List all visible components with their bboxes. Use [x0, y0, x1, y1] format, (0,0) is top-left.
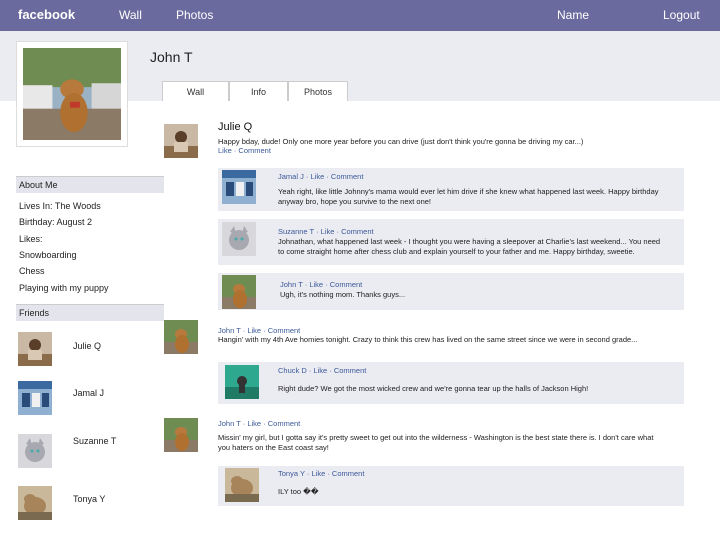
comment-text: Right dude? We got the most wicked crew …: [278, 384, 589, 393]
likes-label: Likes:: [19, 234, 43, 244]
comment-actions[interactable]: Tonya Y · Like · Comment: [278, 469, 364, 478]
tab-photos[interactable]: Photos: [288, 81, 348, 101]
nav-name-link[interactable]: Name: [557, 8, 589, 22]
tab-info[interactable]: Info: [229, 81, 288, 101]
post-author[interactable]: Julie Q: [218, 121, 252, 133]
post-actions[interactable]: John T · Like · Comment: [218, 419, 300, 428]
commenter-avatar-suzanne[interactable]: [222, 222, 256, 256]
post-actions[interactable]: Like · Comment: [218, 146, 271, 155]
post-text: Hangin' with my 4th Ave homies tonight. …: [218, 335, 638, 344]
comment-actions[interactable]: John T · Like · Comment: [280, 280, 362, 289]
birthday: Birthday: August 2: [19, 217, 93, 227]
top-nav-bar: facebook Wall Photos Name Logout: [0, 0, 720, 31]
post-text: Happy bday, dude! Only one more year bef…: [218, 137, 584, 146]
dog-photo-icon: [23, 48, 121, 140]
tab-wall[interactable]: Wall: [162, 81, 229, 101]
commenter-avatar-john[interactable]: [222, 275, 256, 309]
friend-name[interactable]: Julie Q: [73, 341, 101, 351]
friend-avatar-julie[interactable]: [18, 332, 52, 366]
friend-name[interactable]: Tonya Y: [73, 494, 105, 504]
friend-name[interactable]: Suzanne T: [73, 436, 116, 446]
comment-text: ILY too ��: [278, 487, 319, 496]
friend-avatar-suzanne[interactable]: [18, 434, 52, 468]
comment-actions[interactable]: Jamal J · Like · Comment: [278, 172, 363, 181]
about-heading: About Me: [16, 176, 164, 193]
comment-actions[interactable]: Chuck D · Like · Comment: [278, 366, 366, 375]
comment-text: Ugh, it's nothing mom. Thanks guys...: [280, 290, 406, 299]
commenter-avatar-tonya[interactable]: [225, 468, 259, 502]
commenter-avatar-chuck[interactable]: [225, 365, 259, 399]
nav-wall-link[interactable]: Wall: [119, 8, 142, 22]
commenter-avatar-jamal[interactable]: [222, 170, 256, 204]
comment-text: anyway bro, hope you survive to the next…: [278, 197, 432, 206]
comment-text: Yeah right, like little Johnny's mama wo…: [278, 187, 659, 196]
comment-text: to come straight home after chess club a…: [278, 247, 635, 256]
profile-name: John T: [150, 49, 193, 65]
poster-avatar-julie[interactable]: [164, 124, 198, 158]
like-item: Chess: [19, 266, 45, 276]
lives-in: Lives In: The Woods: [19, 201, 101, 211]
friend-avatar-jamal[interactable]: [18, 381, 52, 415]
brand-logo[interactable]: facebook: [18, 7, 75, 22]
friend-avatar-tonya[interactable]: [18, 486, 52, 520]
friends-heading: Friends: [16, 304, 164, 321]
nav-photos-link[interactable]: Photos: [176, 8, 213, 22]
logout-link[interactable]: Logout: [663, 8, 700, 22]
profile-picture[interactable]: [16, 41, 128, 147]
like-item: Playing with my puppy: [19, 283, 109, 293]
friend-name[interactable]: Jamal J: [73, 388, 104, 398]
post-text: Missin' my girl, but I gotta say it's pr…: [218, 433, 654, 442]
comment-text: Johnathan, what happened last week - I t…: [278, 237, 661, 246]
poster-avatar-john[interactable]: [164, 418, 198, 452]
comment-actions[interactable]: Suzanne T · Like · Comment: [278, 227, 374, 236]
poster-avatar-john[interactable]: [164, 320, 198, 354]
post-text: you haters on the East coast say!: [218, 443, 329, 452]
like-item: Snowboarding: [19, 250, 77, 260]
post-actions[interactable]: John T · Like · Comment: [218, 326, 300, 335]
